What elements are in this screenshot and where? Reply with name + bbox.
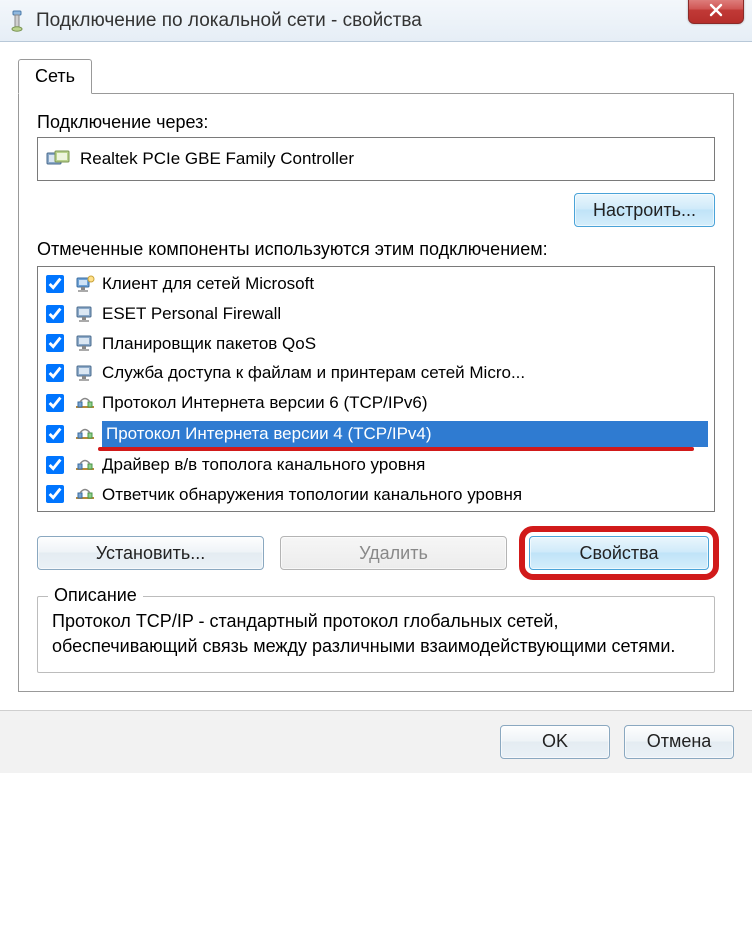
component-label: Ответчик обнаружения топологии канальног…: [102, 483, 708, 507]
component-item[interactable]: Клиент для сетей Microsoft: [38, 269, 714, 299]
monitor-icon: [74, 303, 96, 325]
component-label: Протокол Интернета версии 6 (TCP/IPv6): [102, 391, 708, 415]
highlight-annotation: Свойства: [519, 526, 719, 580]
properties-button[interactable]: Свойства: [529, 536, 709, 570]
component-label: Клиент для сетей Microsoft: [102, 272, 708, 296]
component-label: ESET Personal Firewall: [102, 302, 708, 326]
nic-icon: [46, 149, 70, 169]
component-checkbox[interactable]: [46, 394, 64, 412]
connect-through-label: Подключение через:: [37, 112, 715, 133]
protocol-icon: [74, 392, 96, 414]
component-item[interactable]: Протокол Интернета версии 4 (TCP/IPv4): [38, 418, 714, 450]
tab-body: Подключение через: Realtek PCIe GBE Fami…: [18, 93, 734, 692]
description-group: Описание Протокол TCP/IP - стандартный п…: [37, 596, 715, 673]
description-text: Протокол TCP/IP - стандартный протокол г…: [52, 609, 700, 658]
component-checkbox[interactable]: [46, 425, 64, 443]
component-label: Драйвер в/в тополога канального уровня: [102, 453, 708, 477]
ok-button[interactable]: OK: [500, 725, 610, 759]
component-item[interactable]: Служба доступа к файлам и принтерам сете…: [38, 358, 714, 388]
description-legend: Описание: [48, 585, 143, 606]
components-list[interactable]: Клиент для сетей Microsoft ESET Personal …: [37, 266, 715, 512]
action-row: Установить... Удалить Свойства: [37, 530, 715, 576]
protocol-icon: [74, 454, 96, 476]
component-label: Протокол Интернета версии 4 (TCP/IPv4): [102, 421, 708, 447]
client-icon: [74, 273, 96, 295]
dialog-footer: OK Отмена: [0, 710, 752, 773]
component-item[interactable]: Планировщик пакетов QoS: [38, 329, 714, 359]
install-button[interactable]: Установить...: [37, 536, 264, 570]
window-icon: [8, 9, 26, 33]
component-item[interactable]: Протокол Интернета версии 6 (TCP/IPv6): [38, 388, 714, 418]
components-label: Отмеченные компоненты используются этим …: [37, 239, 715, 260]
protocol-icon: [74, 423, 96, 445]
component-label: Служба доступа к файлам и принтерам сете…: [102, 361, 708, 385]
component-checkbox[interactable]: [46, 364, 64, 382]
component-item[interactable]: ESET Personal Firewall: [38, 299, 714, 329]
component-checkbox[interactable]: [46, 305, 64, 323]
window-title: Подключение по локальной сети - свойства: [36, 10, 422, 32]
monitor-icon: [74, 332, 96, 354]
highlight-underline: [98, 447, 694, 451]
tabset: Сеть Подключение через: Realtek PCIe GBE…: [18, 58, 734, 692]
component-item[interactable]: Драйвер в/в тополога канального уровня: [38, 450, 714, 480]
cancel-button[interactable]: Отмена: [624, 725, 734, 759]
adapter-name: Realtek PCIe GBE Family Controller: [80, 149, 354, 169]
monitor-icon: [74, 362, 96, 384]
component-item[interactable]: Ответчик обнаружения топологии канальног…: [38, 480, 714, 510]
component-checkbox[interactable]: [46, 485, 64, 503]
remove-button: Удалить: [280, 536, 507, 570]
configure-button[interactable]: Настроить...: [574, 193, 715, 227]
adapter-field[interactable]: Realtek PCIe GBE Family Controller: [37, 137, 715, 181]
component-checkbox[interactable]: [46, 275, 64, 293]
protocol-icon: [74, 483, 96, 505]
component-label: Планировщик пакетов QoS: [102, 332, 708, 356]
tab-network[interactable]: Сеть: [18, 59, 92, 94]
close-button[interactable]: [688, 0, 744, 24]
component-checkbox[interactable]: [46, 334, 64, 352]
close-icon: [708, 3, 724, 17]
titlebar: Подключение по локальной сети - свойства: [0, 0, 752, 42]
component-checkbox[interactable]: [46, 456, 64, 474]
